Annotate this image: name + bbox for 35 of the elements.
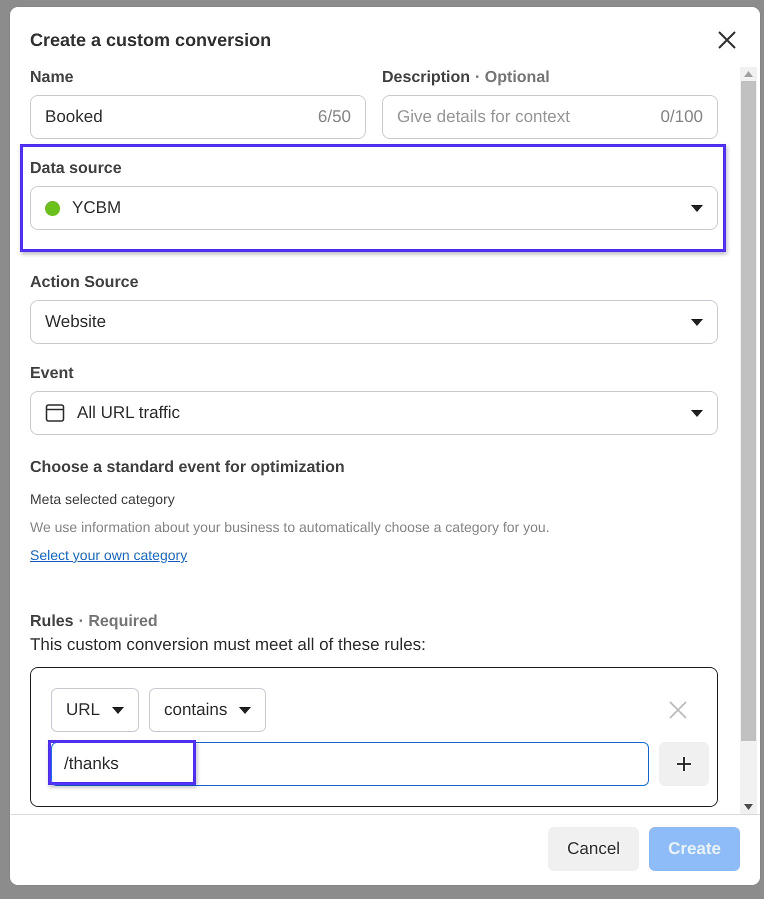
field-label: Rules xyxy=(30,613,74,631)
caret-icon xyxy=(239,706,252,714)
scrollbar[interactable] xyxy=(740,67,757,814)
select-field[interactable]: YCBM xyxy=(30,186,718,230)
caret-icon xyxy=(112,706,124,714)
field-label: Action Source xyxy=(30,274,138,292)
section-heading: Choose a standard event for optimization xyxy=(30,459,346,477)
required-hint: · Required xyxy=(78,613,158,631)
add-button[interactable] xyxy=(659,742,709,786)
rules-description: This custom conversion must meet all of these rules: xyxy=(30,635,427,655)
rule-value-input[interactable]: /thanks xyxy=(51,742,649,786)
description-input[interactable]: Give details for context 0/100 xyxy=(382,95,718,139)
browser-window-icon xyxy=(45,403,65,423)
caret-icon xyxy=(691,410,703,416)
field-label: Name xyxy=(30,69,74,87)
field-label: Description xyxy=(382,69,470,87)
field-label: Event xyxy=(30,365,74,383)
plus-icon xyxy=(676,756,692,772)
caret-icon xyxy=(691,318,703,326)
character-counter: 6/50 xyxy=(318,107,351,127)
optional-hint: · Optional xyxy=(475,69,550,87)
name-input[interactable]: Booked 6/50 xyxy=(30,95,366,139)
select-field[interactable]: Website xyxy=(30,300,718,344)
field-label: Data source xyxy=(30,160,122,178)
category-label: Meta selected category xyxy=(30,491,176,507)
caret-icon xyxy=(691,204,703,212)
category-link[interactable]: Select your own category xyxy=(30,547,188,563)
select-field[interactable]: All URL traffic xyxy=(30,391,718,435)
scroll-down-icon[interactable] xyxy=(744,804,753,810)
field-dropdown[interactable]: URL xyxy=(51,688,140,732)
dialog-title: Create a custom conversion xyxy=(30,30,272,50)
operator-dropdown[interactable]: contains xyxy=(149,688,266,732)
category-description: We use information about your business to automatically choose a category for you. xyxy=(30,519,551,535)
cancel-button[interactable]: Cancel xyxy=(548,827,640,871)
character-counter: 0/100 xyxy=(660,107,703,127)
